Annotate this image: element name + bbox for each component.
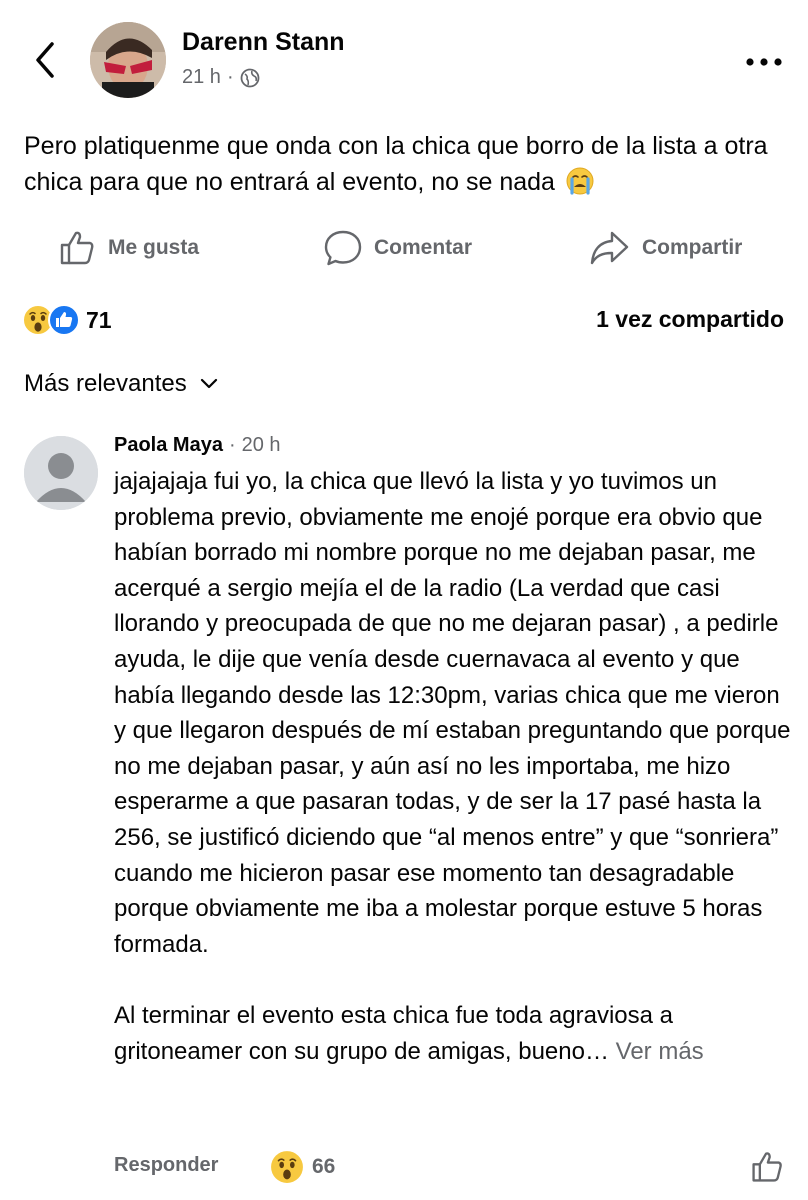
comment-label: Comentar bbox=[374, 236, 473, 259]
post-text-content: Pero platiquenme que onda con la chica q… bbox=[24, 132, 768, 196]
like-button[interactable]: Me gusta bbox=[58, 222, 199, 274]
comment-reactions[interactable]: 66 bbox=[270, 1150, 335, 1184]
crying-face-icon bbox=[566, 167, 594, 195]
comment-footer: Responder 66 bbox=[114, 1150, 784, 1184]
post-actions-bar: Me gusta Comentar Compartir bbox=[0, 222, 808, 274]
wow-reaction-icon bbox=[271, 1151, 303, 1183]
post-text: Pero platiquenme que onda con la chica q… bbox=[24, 128, 794, 200]
post-time[interactable]: 21 h bbox=[182, 66, 221, 89]
more-options-button[interactable] bbox=[744, 54, 784, 70]
reply-button[interactable]: Responder bbox=[114, 1154, 218, 1177]
share-arrow-icon bbox=[590, 231, 629, 265]
chevron-down-icon bbox=[200, 378, 217, 389]
like-reaction-icon bbox=[48, 304, 80, 336]
share-label: Compartir bbox=[642, 236, 743, 259]
thumbs-up-icon bbox=[752, 1152, 782, 1182]
post-meta: 21 h · bbox=[182, 66, 260, 89]
globe-icon bbox=[240, 68, 260, 87]
comment-bubble-icon bbox=[324, 230, 362, 266]
comment-time[interactable]: 20 h bbox=[242, 434, 281, 457]
comment-paragraph-2-text: Al terminar el evento esta chica fue tod… bbox=[114, 1002, 673, 1065]
author-avatar[interactable] bbox=[90, 22, 166, 98]
post-author-name[interactable]: Darenn Stann bbox=[182, 28, 345, 57]
comment-paragraph: jajajajaja fui yo, la chica que llevó la… bbox=[114, 468, 791, 958]
comment-body: jajajajaja fui yo, la chica que llevó la… bbox=[114, 464, 794, 1070]
reaction-count: 71 bbox=[86, 306, 112, 333]
more-dots-icon bbox=[746, 58, 782, 66]
default-avatar-icon bbox=[24, 436, 98, 510]
meta-separator: · bbox=[226, 66, 234, 88]
comment-button[interactable]: Comentar bbox=[324, 222, 472, 274]
reactions-summary[interactable]: 71 bbox=[22, 304, 112, 336]
post-header: Darenn Stann 21 h · bbox=[0, 0, 808, 120]
comment-sort-dropdown[interactable]: Más relevantes bbox=[24, 370, 219, 398]
comment-separator: · bbox=[228, 434, 236, 456]
share-button[interactable]: Compartir bbox=[590, 222, 742, 274]
author-photo bbox=[90, 22, 166, 98]
back-button[interactable] bbox=[28, 38, 64, 82]
sort-label: Más relevantes bbox=[24, 370, 187, 397]
thumbs-up-icon bbox=[60, 231, 94, 265]
shares-count[interactable]: 1 vez compartido bbox=[596, 306, 784, 333]
commenter-name[interactable]: Paola Maya bbox=[114, 434, 223, 457]
chevron-left-icon bbox=[36, 42, 54, 78]
comment-header: Paola Maya · 20 h bbox=[114, 434, 281, 457]
commenter-avatar[interactable] bbox=[24, 436, 98, 510]
comment-reaction-count: 66 bbox=[312, 1155, 336, 1178]
see-more-link[interactable]: Ver más bbox=[616, 1038, 704, 1065]
like-label: Me gusta bbox=[108, 236, 200, 259]
comment-like-button[interactable] bbox=[750, 1150, 784, 1184]
comment-paragraph-2: Al terminar el evento esta chica fue tod… bbox=[114, 998, 794, 1069]
